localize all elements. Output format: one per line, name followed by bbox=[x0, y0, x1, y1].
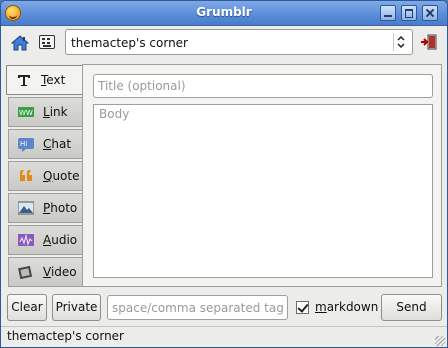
tab-label: Photo bbox=[43, 201, 78, 215]
clear-button[interactable]: Clear bbox=[7, 294, 47, 321]
combo-arrows-icon bbox=[393, 33, 405, 51]
chat-icon: Hi bbox=[18, 138, 34, 152]
tab-label: Quote bbox=[43, 169, 80, 183]
maximize-button[interactable] bbox=[401, 5, 417, 21]
tab-text[interactable]: Text bbox=[6, 65, 82, 95]
quote-icon bbox=[20, 170, 32, 181]
status-text: themactep's corner bbox=[7, 329, 124, 343]
blog-selector[interactable]: themactep's corner bbox=[65, 29, 413, 55]
tab-photo[interactable]: Photo bbox=[8, 193, 82, 223]
markdown-label[interactable]: markdown bbox=[315, 300, 378, 314]
tab-label: Chat bbox=[43, 137, 72, 151]
text-icon bbox=[18, 75, 30, 86]
audio-icon bbox=[18, 233, 34, 246]
status-bar: themactep's corner bbox=[1, 326, 447, 347]
tags-input[interactable] bbox=[107, 295, 288, 320]
body-textarea[interactable] bbox=[93, 104, 433, 278]
home-icon[interactable] bbox=[11, 34, 29, 52]
keyboard-icon[interactable] bbox=[39, 35, 55, 49]
close-button[interactable] bbox=[422, 5, 438, 21]
tab-chat[interactable]: Hi Chat bbox=[8, 129, 82, 159]
minimize-button[interactable] bbox=[380, 5, 396, 21]
tab-label: Video bbox=[43, 265, 77, 279]
photo-icon bbox=[18, 201, 34, 215]
tab-audio[interactable]: Audio bbox=[8, 225, 82, 255]
video-icon bbox=[18, 265, 33, 280]
resize-grip[interactable] bbox=[435, 336, 445, 346]
send-button[interactable]: Send bbox=[381, 294, 442, 321]
tab-link[interactable]: WW Link bbox=[8, 97, 82, 127]
svg-text:Hi: Hi bbox=[20, 140, 27, 148]
blog-selector-value: themactep's corner bbox=[71, 36, 188, 50]
main-window: Grumblr themactep's corner Text WW Link … bbox=[0, 0, 448, 348]
title-bar[interactable]: Grumblr bbox=[1, 1, 447, 26]
tab-video[interactable]: Video bbox=[8, 257, 82, 287]
tab-label: Link bbox=[43, 105, 68, 119]
svg-text:WW: WW bbox=[19, 109, 33, 117]
tab-label: Audio bbox=[43, 233, 78, 247]
link-icon: WW bbox=[18, 107, 34, 117]
markdown-checkbox[interactable] bbox=[296, 301, 309, 314]
tab-label: Text bbox=[41, 73, 66, 87]
logout-icon[interactable] bbox=[420, 33, 438, 51]
tab-quote[interactable]: Quote bbox=[8, 161, 82, 191]
private-button[interactable]: Private bbox=[52, 294, 101, 321]
title-input[interactable] bbox=[93, 74, 433, 98]
